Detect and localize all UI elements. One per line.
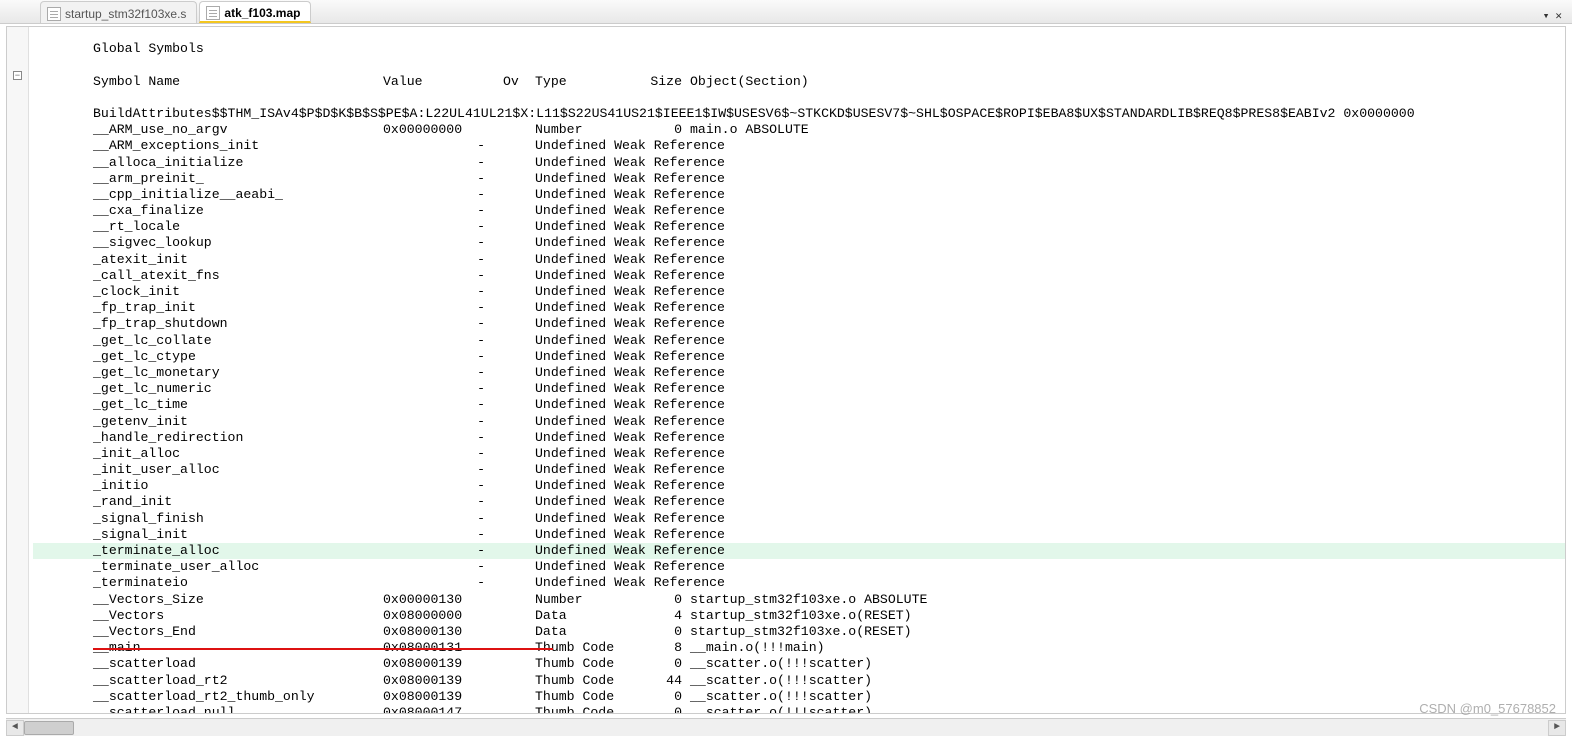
symbol-row: _get_lc_monetary-Undefined Weak Referenc… [33, 365, 1565, 381]
tab-close-icon[interactable]: ✕ [1555, 9, 1562, 23]
symbol-row: _fp_trap_shutdown-Undefined Weak Referen… [33, 316, 1565, 332]
symbol-row: __scatterload_rt20x08000139Thumb Code44 … [33, 673, 1565, 689]
symbol-row: __arm_preinit_-Undefined Weak Reference [33, 171, 1565, 187]
text-line: BuildAttributes$$THM_ISAv4$P$D$K$B$S$PE$… [33, 106, 1565, 122]
symbol-row: __scatterload0x08000139Thumb Code0 __sca… [33, 656, 1565, 672]
tab-bar: startup_stm32f103xe.s atk_f103.map ▾ ✕ [0, 0, 1572, 24]
text-line: Global Symbols [33, 41, 1565, 57]
scroll-track[interactable] [24, 720, 1548, 736]
scroll-thumb[interactable] [24, 721, 74, 735]
text-line [33, 57, 1565, 73]
tab-active-label: atk_f103.map [224, 6, 300, 20]
symbol-row: _initio-Undefined Weak Reference [33, 478, 1565, 494]
symbol-row: _terminate_alloc-Undefined Weak Referenc… [33, 543, 1565, 559]
scroll-left-button[interactable]: ◄ [6, 720, 24, 736]
tab-inactive-label: startup_stm32f103xe.s [65, 7, 186, 21]
symbol-row: _get_lc_ctype-Undefined Weak Reference [33, 349, 1565, 365]
editor-content: Global Symbols Symbol NameValueOvTypeSiz… [7, 26, 1565, 714]
annotation-underline [93, 648, 553, 650]
tab-controls: ▾ ✕ [1543, 9, 1572, 23]
file-icon [206, 6, 220, 20]
symbol-row: _atexit_init-Undefined Weak Reference [33, 252, 1565, 268]
symbol-row: _get_lc_numeric-Undefined Weak Reference [33, 381, 1565, 397]
editor-area[interactable]: − Global Symbols Symbol NameValueOvTypeS… [6, 26, 1566, 714]
symbol-row: __scatterload_null0x08000147Thumb Code0 … [33, 705, 1565, 714]
symbol-row: __alloca_initialize-Undefined Weak Refer… [33, 155, 1565, 171]
symbol-row: _rand_init-Undefined Weak Reference [33, 494, 1565, 510]
symbol-row: __rt_locale-Undefined Weak Reference [33, 219, 1565, 235]
symbol-row: _getenv_init-Undefined Weak Reference [33, 414, 1565, 430]
symbol-row: __scatterload_rt2_thumb_only0x08000139Th… [33, 689, 1565, 705]
symbol-row: _terminate_user_alloc-Undefined Weak Ref… [33, 559, 1565, 575]
symbol-row: _get_lc_collate-Undefined Weak Reference [33, 333, 1565, 349]
symbol-row: __cxa_finalize-Undefined Weak Reference [33, 203, 1565, 219]
watermark: CSDN @m0_57678852 [1419, 701, 1556, 716]
symbol-row: _signal_finish-Undefined Weak Reference [33, 511, 1565, 527]
symbol-row: __sigvec_lookup-Undefined Weak Reference [33, 235, 1565, 251]
symbol-row: _init_user_alloc-Undefined Weak Referenc… [33, 462, 1565, 478]
symbol-row: __ARM_use_no_argv0x00000000Number0 main.… [33, 122, 1565, 138]
symbol-row: _handle_redirection-Undefined Weak Refer… [33, 430, 1565, 446]
symbol-row: _get_lc_time-Undefined Weak Reference [33, 397, 1565, 413]
tab-inactive[interactable]: startup_stm32f103xe.s [40, 1, 197, 23]
column-header-row: Symbol NameValueOvTypeSize Object(Sectio… [33, 74, 1565, 90]
symbol-row: __Vectors_End0x08000130Data0 startup_stm… [33, 624, 1565, 640]
symbol-row: _call_atexit_fns-Undefined Weak Referenc… [33, 268, 1565, 284]
symbol-row: __cpp_initialize__aeabi_-Undefined Weak … [33, 187, 1565, 203]
symbol-row: __Vectors0x08000000Data4 startup_stm32f1… [33, 608, 1565, 624]
text-line [33, 90, 1565, 106]
symbol-row: _init_alloc-Undefined Weak Reference [33, 446, 1565, 462]
scroll-right-button[interactable]: ► [1548, 720, 1566, 736]
text-line [33, 26, 1565, 41]
symbol-row: __Vectors_Size0x00000130Number0 startup_… [33, 592, 1565, 608]
symbol-row: _clock_init-Undefined Weak Reference [33, 284, 1565, 300]
horizontal-scrollbar[interactable]: ◄ ► [6, 718, 1566, 736]
file-icon [47, 7, 61, 21]
tab-active[interactable]: atk_f103.map [199, 1, 311, 23]
symbol-row: __ARM_exceptions_init-Undefined Weak Ref… [33, 138, 1565, 154]
symbol-row: _fp_trap_init-Undefined Weak Reference [33, 300, 1565, 316]
tab-dropdown-icon[interactable]: ▾ [1543, 9, 1550, 23]
symbol-row: _signal_init-Undefined Weak Reference [33, 527, 1565, 543]
symbol-row: _terminateio-Undefined Weak Reference [33, 575, 1565, 591]
